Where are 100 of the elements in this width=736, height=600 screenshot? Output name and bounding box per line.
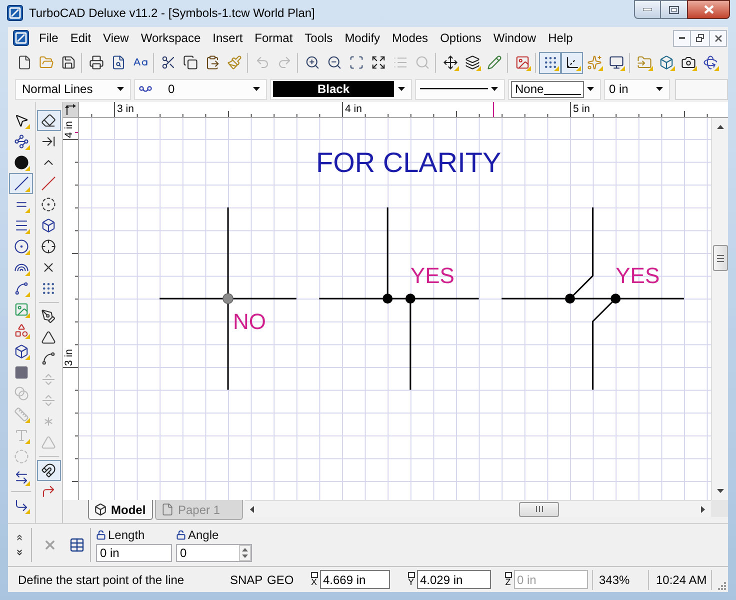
- close-button[interactable]: [687, 0, 730, 19]
- menu-item[interactable]: Help: [542, 28, 579, 48]
- menu-item[interactable]: Tools: [298, 28, 339, 48]
- junction-dot: [565, 294, 575, 304]
- status-mode[interactable]: GEO: [267, 570, 307, 588]
- close-icon: [714, 34, 722, 42]
- scroll-right-icon[interactable]: [701, 506, 705, 512]
- horizontal-scrollbar[interactable]: [245, 500, 711, 517]
- color-swatch: Black: [273, 81, 394, 97]
- line-weight-icon: [139, 86, 152, 92]
- minimize-button[interactable]: [673, 30, 691, 46]
- scroll-left-icon[interactable]: [250, 506, 254, 512]
- caret-icon: [398, 87, 405, 91]
- page-icon: [161, 503, 174, 516]
- ruler-label: 3 in: [63, 349, 75, 366]
- status-message: Define the start point of the line: [17, 572, 186, 588]
- pen-width-dropdown[interactable]: 0: [134, 78, 267, 100]
- window-title: TurboCAD Deluxe v11.2 - [Symbols-1.tcw World Plan]: [29, 5, 315, 22]
- caret-icon: [117, 87, 124, 91]
- document-icon: [13, 30, 29, 46]
- line-style-dropdown[interactable]: [415, 78, 505, 100]
- small-square-icon: [504, 572, 512, 578]
- empty-field[interactable]: [675, 78, 728, 100]
- minimize-icon: [643, 8, 652, 11]
- close-button[interactable]: [709, 30, 727, 46]
- caret-icon: [491, 87, 498, 91]
- axis-label: X: [310, 578, 317, 587]
- menu-item[interactable]: Modes: [386, 28, 434, 48]
- menu-item[interactable]: Options: [434, 28, 488, 48]
- axis-label: Z: [505, 578, 511, 587]
- maximize-button[interactable]: [661, 0, 687, 19]
- fill-dropdown[interactable]: None: [508, 78, 601, 100]
- caret-icon: [656, 87, 663, 91]
- value-field[interactable]: 0: [176, 544, 252, 562]
- ruler-corner[interactable]: [63, 102, 79, 118]
- minimize-button[interactable]: [634, 0, 661, 19]
- ruler-label: 4 in: [63, 121, 75, 138]
- caret-icon: [587, 87, 594, 91]
- menu-item[interactable]: Workspace: [134, 28, 207, 48]
- menu-item[interactable]: Insert: [206, 28, 249, 48]
- caret-icon: [253, 87, 260, 91]
- value-field[interactable]: 0 in: [96, 544, 172, 562]
- coordinate-field[interactable]: 4.669 in: [320, 570, 390, 589]
- restore-icon: [696, 34, 704, 42]
- coordinate-field[interactable]: 4.029 in: [417, 570, 491, 589]
- scroll-thumb[interactable]: [519, 502, 559, 516]
- junction-dot: [610, 294, 621, 304]
- close-icon: [704, 5, 714, 14]
- open-lock-icon[interactable]: [96, 530, 106, 540]
- axes-icon: [65, 104, 76, 115]
- scroll-down-icon[interactable]: [716, 489, 724, 493]
- ruler-label: 3 in: [117, 103, 134, 115]
- drawing-label: NO: [233, 310, 266, 334]
- ruler-label: 5 in: [573, 103, 590, 115]
- fill-field[interactable]: None: [511, 80, 584, 98]
- junction-dot: [405, 294, 416, 304]
- vertical-scrollbar[interactable]: [711, 118, 728, 500]
- field-label: Angle: [188, 528, 219, 542]
- collapse-up-icon[interactable]: [15, 533, 24, 542]
- resize-grip-icon[interactable]: [717, 581, 726, 590]
- collapse-down-icon[interactable]: [15, 548, 24, 557]
- drawing-label: YES: [616, 264, 660, 288]
- ruler-label: 4 in: [345, 103, 362, 115]
- cursor-marker: [75, 132, 78, 133]
- thickness-dropdown[interactable]: 0 in: [604, 78, 670, 100]
- magnet-button[interactable]: [36, 460, 61, 481]
- scroll-thumb[interactable]: [712, 245, 728, 271]
- table-icon[interactable]: [69, 537, 85, 553]
- eraser-button[interactable]: [36, 110, 61, 131]
- restore-button[interactable]: [691, 30, 709, 46]
- cursor-marker: [493, 102, 494, 117]
- menu-item[interactable]: File: [33, 28, 64, 48]
- drawing-label: YES: [410, 264, 454, 288]
- open-lock-icon[interactable]: [176, 530, 186, 540]
- menu-item[interactable]: View: [97, 28, 135, 48]
- small-square-icon: [408, 572, 414, 578]
- line-button[interactable]: [9, 173, 34, 194]
- line-sample-icon: [420, 88, 488, 90]
- clock-time: 10:24 AM: [655, 572, 708, 588]
- color-dropdown[interactable]: Black: [270, 78, 412, 100]
- status-mode[interactable]: SNAP: [230, 570, 267, 588]
- line-type-dropdown[interactable]: Normal Lines: [15, 78, 131, 100]
- menu-item[interactable]: Edit: [64, 28, 98, 48]
- cube-icon: [94, 503, 107, 516]
- scroll-up-icon[interactable]: [716, 125, 724, 129]
- app-icon: [7, 5, 23, 21]
- field-label: Length: [108, 528, 145, 542]
- junction-dot: [382, 294, 393, 304]
- drawing-canvas[interactable]: FOR CLARITY NO YES YES: [79, 118, 711, 500]
- sheet-tab[interactable]: Model: [88, 500, 153, 520]
- minimize-icon: [679, 37, 685, 39]
- zoom-level: 343%: [598, 572, 631, 588]
- axis-label: Y: [408, 578, 414, 587]
- menu-item[interactable]: Format: [248, 28, 299, 48]
- menu-item[interactable]: Window: [487, 28, 542, 48]
- drawing-title: FOR CLARITY: [316, 148, 502, 178]
- small-square-icon: [310, 572, 318, 578]
- maximize-icon: [669, 6, 679, 14]
- spinner-icon[interactable]: [239, 545, 251, 561]
- menu-item[interactable]: Modify: [338, 28, 386, 48]
